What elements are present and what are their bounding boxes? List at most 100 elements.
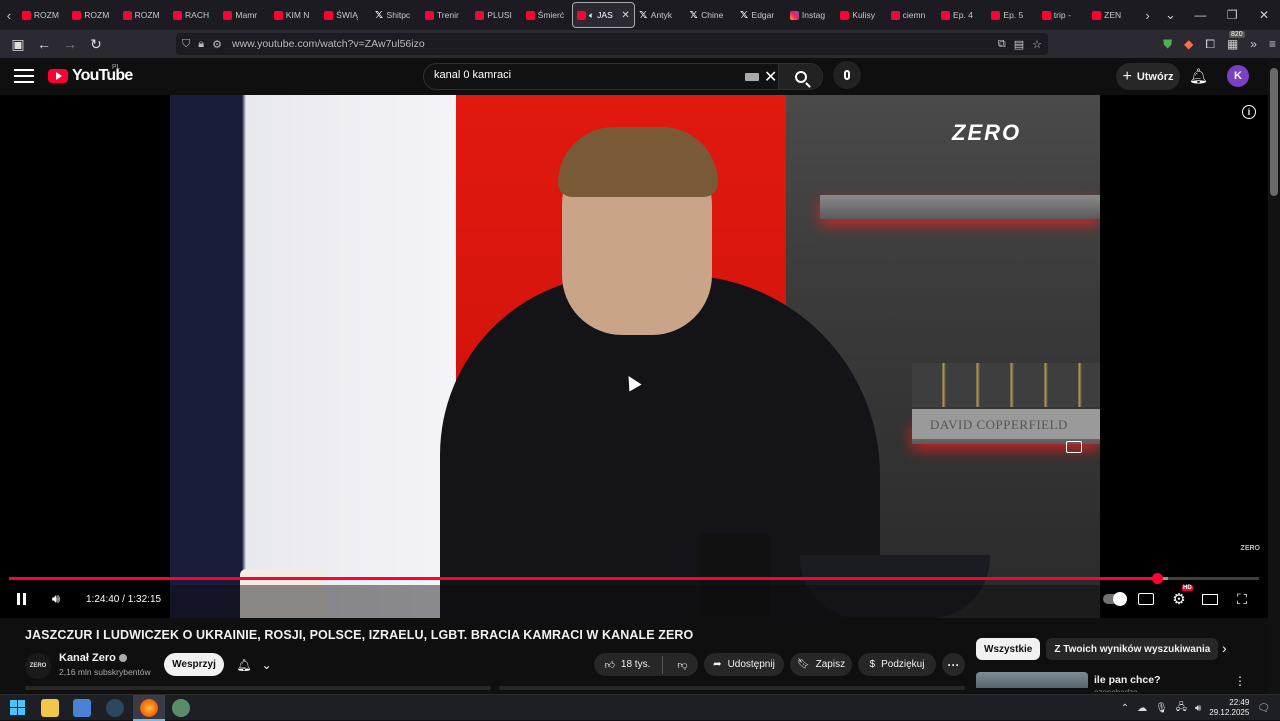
create-button[interactable]: + Utwórz [1116,63,1180,90]
app-window-icon[interactable] [73,699,91,717]
more-actions-icon[interactable]: ··· [942,653,965,676]
subtitles-icon[interactable] [1138,589,1154,609]
browser-tab[interactable]: RACH [169,2,219,28]
browser-tab[interactable]: Kulisy [836,2,886,28]
app-menu-icon[interactable]: ≡ [1269,37,1276,51]
speaker-tray-icon[interactable]: 🔊︎ [1195,703,1201,714]
browser-tab[interactable]: Instag [786,2,836,28]
search-input[interactable] [434,69,734,81]
page-scrollbar[interactable] [1268,58,1280,694]
browser-tab[interactable]: 𝕏 Shitpc [371,2,421,28]
scrollbar-thumb[interactable] [1270,68,1278,196]
notification-settings-button[interactable]: 🔔︎ ⌄ [230,653,278,676]
restore-icon[interactable]: ❐ [1216,0,1248,30]
browser-tab[interactable]: Trenir [421,2,471,28]
theater-mode-icon[interactable] [1202,589,1218,609]
tab-list-dropdown-icon[interactable]: ⌄ [1157,0,1185,30]
browser-tab[interactable]: ŚWIĄ [320,2,370,28]
channel-name[interactable]: Kanał Zero [59,652,127,664]
browser-tab[interactable]: 𝕏 Edgar [736,2,786,28]
url-text[interactable]: www.youtube.com/watch?v=ZAw7ul56izo [232,38,425,50]
extensions-puzzle-icon[interactable]: ⧠ [1205,37,1215,52]
overflow-chevron-icon[interactable]: » [1250,37,1257,51]
browser-tab[interactable]: ROZM [68,2,118,28]
steam-icon[interactable] [106,699,124,717]
browser-tab[interactable]: KIM N [270,2,320,28]
tab-audio-icon[interactable]: 🔈︎ [589,10,594,21]
picture-in-picture-icon[interactable]: ⧉ [998,38,1006,51]
info-icon[interactable]: i [1242,105,1256,119]
network-icon[interactable]: 🖧 [1176,700,1187,717]
search-button[interactable] [778,64,822,89]
thanks-button[interactable]: $ Podziękuj [858,653,936,676]
reader-view-icon[interactable]: ▤ [1014,38,1024,51]
notification-center-icon[interactable]: 🗨︎ [1257,703,1270,714]
browser-tab[interactable]: trip - [1038,2,1088,28]
tab-scroll-right-icon[interactable]: › [1139,0,1157,30]
progress-bar[interactable] [9,573,1259,584]
shield-extension-icon[interactable]: ⛊ [1163,37,1172,52]
share-button[interactable]: ➦ Udostępnij [704,653,784,676]
firefox-icon[interactable] [140,699,158,717]
miniplayer-icon[interactable] [1066,441,1082,453]
address-bar[interactable]: ⛉ 🔒︎ ⚙︎ www.youtube.com/watch?v=ZAw7ul56… [176,33,1048,55]
recommendation-title[interactable]: ile pan chce? [1094,674,1161,686]
save-button[interactable]: 🔖︎ Zapisz [790,653,852,676]
browser-tab[interactable]: PLUSI [471,2,521,28]
file-explorer-icon[interactable] [41,699,59,717]
microphone-tray-icon[interactable]: 🎙︎ [1155,703,1168,714]
notifications-bell-icon[interactable]: 🔔︎ [1189,67,1208,85]
recommendation-menu-icon[interactable]: ⋮ [1234,674,1246,688]
browser-tab[interactable]: ciemn [887,2,937,28]
lock-icon[interactable]: 🔒︎ [198,38,204,51]
close-window-icon[interactable]: ✕ [1248,0,1280,30]
guide-menu-icon[interactable] [14,67,34,85]
filter-chip[interactable]: Z Twoich wyników wyszukiwania [1046,638,1219,660]
tab-scroll-left-icon[interactable]: ‹ [0,0,18,30]
onedrive-icon[interactable]: ☁︎ [1137,703,1147,714]
chips-next-icon[interactable]: › [1222,640,1227,656]
browser-tab[interactable]: ROZM [18,2,68,28]
volume-icon[interactable]: 🔊︎ [47,589,65,609]
browser-tab[interactable]: Śmierć [522,2,572,28]
minimize-icon[interactable]: — [1184,0,1216,30]
tracking-protection-icon[interactable]: ⛉ [182,38,190,51]
app-icon[interactable] [172,699,190,717]
browser-tab[interactable]: 𝕏 Antyk [635,2,685,28]
permissions-icon[interactable]: ⚙︎ [212,38,222,51]
tab-close-icon[interactable]: ✕ [621,10,629,21]
browser-tab-active[interactable]: 🔈︎ JAS ✕ [572,2,635,28]
extension-badge-icon[interactable]: ▦ 820 [1227,31,1245,51]
account-avatar[interactable]: K [1227,65,1249,87]
support-button[interactable]: Wesprzyj [164,653,224,676]
channel-avatar[interactable]: ZERO [25,653,51,679]
video-frame[interactable]: DAVID COPPERFIELD ZERO [170,95,1100,618]
tray-overflow-chevron-icon[interactable]: ⌃ [1121,703,1129,714]
forward-icon[interactable]: → [58,32,82,56]
keyboard-icon[interactable] [745,73,759,81]
bookmark-star-icon[interactable]: ☆ [1032,38,1042,51]
browser-tab[interactable]: ZEN [1088,2,1138,28]
browser-tab[interactable]: Mamr [219,2,269,28]
pause-button[interactable] [13,589,29,609]
back-icon[interactable]: ← [32,32,56,56]
clock[interactable]: 22:49 29.12.2025 [1209,698,1249,718]
browser-tab[interactable]: ROZM [119,2,169,28]
browser-tab[interactable]: 𝕏 Chine [685,2,735,28]
reload-icon[interactable]: ↻ [84,32,108,56]
channel-name-text[interactable]: Kanał Zero [59,652,116,664]
firefox-account-icon[interactable]: ◆ [1184,37,1193,51]
scrubber-handle[interactable] [1151,573,1163,584]
sidebar-toggle-icon[interactable]: ▣ [6,32,30,56]
browser-tab[interactable]: Ep. 5 [987,2,1037,28]
fullscreen-icon[interactable]: ⛶ [1234,589,1250,609]
recommendation-channel[interactable]: ozonebadzo [1094,688,1138,692]
dislike-button[interactable]: 👎︎ [669,659,687,671]
youtube-logo[interactable]: YouTube PL [48,64,133,85]
voice-search-button[interactable] [833,61,861,89]
browser-tab[interactable]: Ep. 4 [937,2,987,28]
like-button[interactable]: 👍︎ 18 tys. [604,655,664,674]
video-player[interactable]: DAVID COPPERFIELD ZERO ZERO i 🔊︎ 1:24:40… [0,95,1268,618]
recommendation-thumbnail[interactable] [976,672,1088,688]
filter-chip[interactable]: Wszystkie [976,638,1041,660]
